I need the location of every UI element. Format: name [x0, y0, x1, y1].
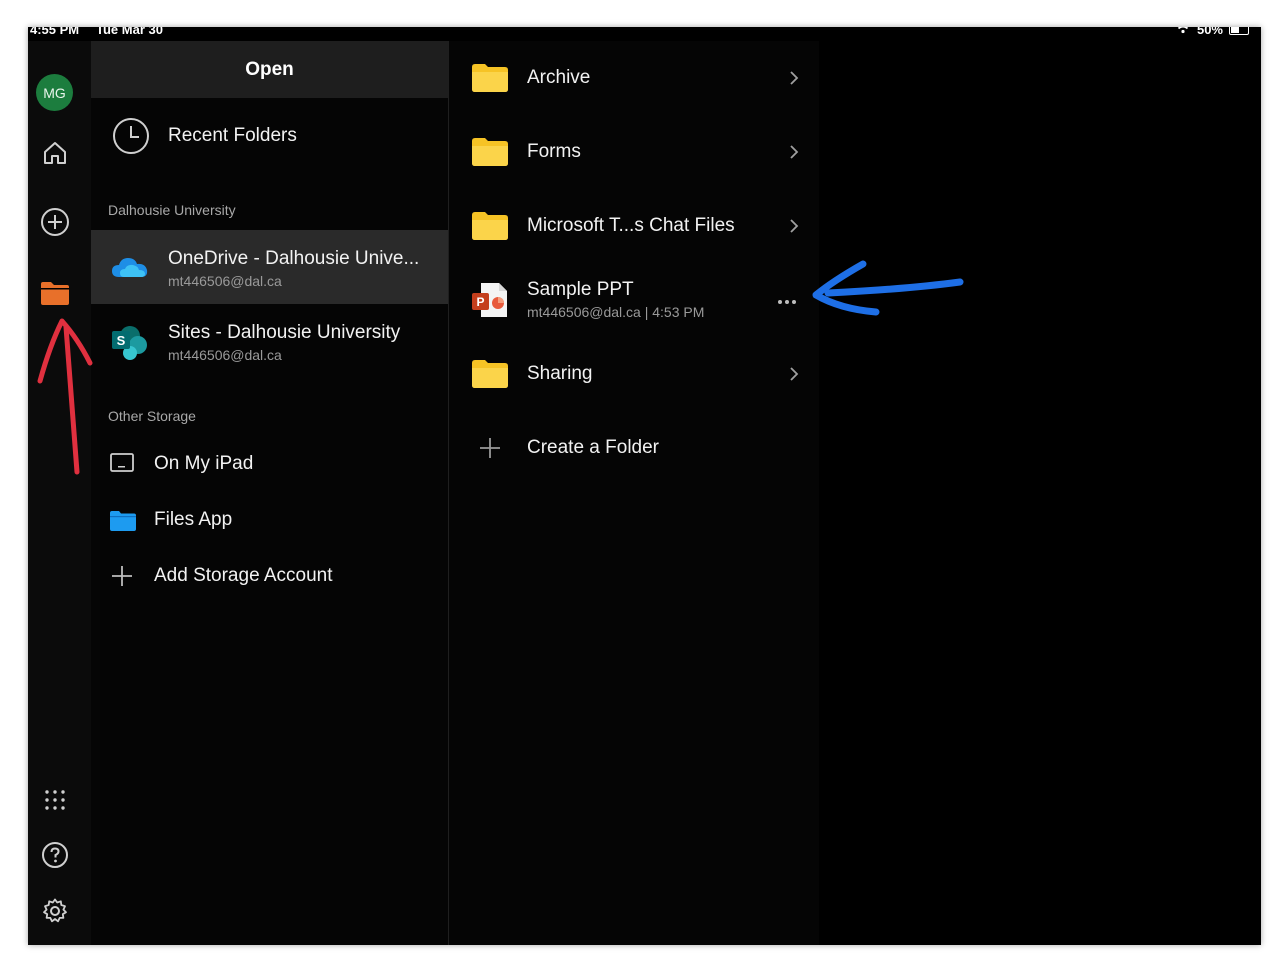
blue-arrow-annotation — [812, 260, 964, 316]
ipad-screen: 4:55 PM Tue Mar 30 50% MG Open Recent Fo… — [28, 27, 1261, 945]
annotation-overlay — [37, 260, 964, 475]
red-arrow-annotation — [37, 318, 93, 475]
